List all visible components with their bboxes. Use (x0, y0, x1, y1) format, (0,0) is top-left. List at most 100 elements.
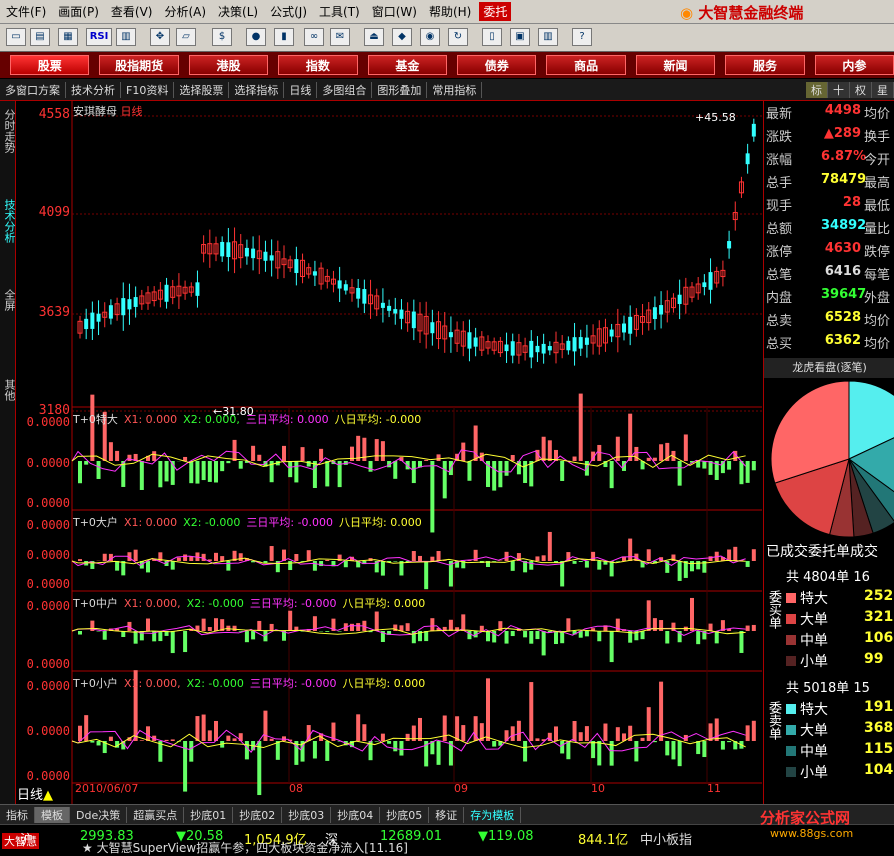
template-tab[interactable]: 移证 (429, 807, 464, 823)
x-axis-label: 11 (707, 782, 721, 795)
template-tab[interactable]: 抄底01 (184, 807, 233, 823)
indicator-bar (226, 561, 230, 571)
indicator-bar (628, 539, 632, 561)
analysis-menu-item[interactable]: 日线 (284, 82, 317, 98)
nav-item[interactable]: 债券 (457, 55, 536, 75)
template-tab[interactable]: Dde决策 (70, 807, 127, 823)
chart-option-button[interactable]: 星 (872, 82, 894, 98)
pin-icon[interactable]: ✉ (330, 28, 350, 46)
entrust-menu[interactable]: 委托 (479, 2, 511, 21)
window-icon[interactable]: ▣ (510, 28, 530, 46)
indicator-bar (647, 458, 651, 461)
indicator-bar (678, 461, 682, 486)
kline-chart-svg[interactable] (17, 101, 762, 804)
indicator-bar (529, 561, 533, 570)
indicator-bar (282, 446, 286, 461)
indicator-bar (566, 618, 570, 631)
sh-label: 沪 (20, 829, 33, 848)
menu-item[interactable]: 画面(P) (52, 3, 105, 20)
nav-item[interactable]: 新闻 (636, 55, 715, 75)
indicator-tick: 0.0000 (17, 548, 70, 562)
analysis-menu-item[interactable]: 选择股票 (174, 82, 229, 98)
indicator-bar (684, 434, 688, 461)
side-tab[interactable]: 技术分析 (1, 199, 15, 243)
ruler-icon[interactable]: ▱ (176, 28, 196, 46)
side-tab[interactable]: 全屏 (1, 289, 15, 311)
signal-icon[interactable]: ● (246, 28, 266, 46)
nav-item[interactable]: 内参 (815, 55, 894, 75)
indicator-bar (597, 741, 601, 765)
nav-item[interactable]: 服务 (725, 55, 804, 75)
chart-option-button[interactable]: 权 (850, 82, 872, 98)
menu-item[interactable]: 决策(L) (212, 3, 264, 20)
table-icon[interactable]: ▦ (58, 28, 78, 46)
side-tab[interactable]: 分时走势 (1, 109, 15, 153)
refresh-icon[interactable]: ↻ (448, 28, 468, 46)
diamond-icon[interactable]: ◆ (392, 28, 412, 46)
period-label[interactable]: 日线▲ (17, 784, 53, 803)
eject-icon[interactable]: ⏏ (364, 28, 384, 46)
analysis-menu-item[interactable]: 多窗口方案 (0, 82, 66, 98)
indicator-bar (665, 631, 669, 643)
chart-icon[interactable]: ▤ (30, 28, 50, 46)
analysis-menu-item[interactable]: 常用指标 (427, 82, 482, 98)
indicator-bar (165, 740, 169, 741)
menu-item[interactable]: 分析(A) (158, 3, 212, 20)
template-tab[interactable]: 抄底02 (233, 807, 282, 823)
indicator-bar (424, 460, 428, 461)
menu-item[interactable]: 帮助(H) (423, 3, 477, 20)
nav-item[interactable]: 指数 (278, 55, 357, 75)
menu-item[interactable]: 查看(V) (105, 3, 159, 20)
chart-option-button[interactable]: 标 (806, 82, 828, 98)
template-tab[interactable]: 模板 (35, 807, 70, 823)
binoculars-icon[interactable]: ∞ (304, 28, 324, 46)
nav-item[interactable]: 基金 (368, 55, 447, 75)
indicator-bar (325, 631, 329, 632)
news-ticker[interactable]: ★ 大智慧SuperView招赢午参，四大板块资金净流入[11.16] (82, 839, 408, 856)
menu-item[interactable]: 公式(J) (264, 3, 313, 20)
indicator-bar (746, 725, 750, 741)
template-tab[interactable]: 指标 (0, 807, 35, 823)
nav-item[interactable]: 港股 (189, 55, 268, 75)
indicator-bar (165, 461, 169, 481)
analysis-menu-item[interactable]: 多图组合 (317, 82, 372, 98)
menu-item[interactable]: 文件(F) (0, 3, 52, 20)
indicator-bar (239, 461, 243, 469)
analysis-menu-item[interactable]: 选择指标 (229, 82, 284, 98)
indicator-bar (634, 447, 638, 461)
nav-item[interactable]: 商品 (546, 55, 625, 75)
print-icon[interactable]: ▯ (482, 28, 502, 46)
help-icon[interactable]: ? (572, 28, 592, 46)
side-tab[interactable]: 其他 (1, 379, 15, 401)
legend-swatch (786, 593, 796, 603)
bars-icon[interactable]: ▮ (274, 28, 294, 46)
nav-item[interactable]: 股票 (10, 55, 89, 75)
rsi-icon[interactable]: RSI (86, 28, 112, 46)
open-icon[interactable]: ▭ (6, 28, 26, 46)
circle-icon[interactable]: ◉ (420, 28, 440, 46)
indicator-bar (560, 741, 564, 753)
candle-body (226, 242, 230, 257)
template-tab[interactable]: 抄底04 (331, 807, 380, 823)
menu-item[interactable]: 工具(T) (313, 3, 366, 20)
grid-icon[interactable]: ▥ (116, 28, 136, 46)
analysis-menu-item[interactable]: 技术分析 (66, 82, 121, 98)
template-tab[interactable]: 超赢买点 (127, 807, 184, 823)
template-tab[interactable]: 抄底03 (282, 807, 331, 823)
chart-area[interactable]: 安琪酵母 日线 4558 4099 3639 3180 +45.58 ←31.8… (17, 101, 762, 804)
chart-option-button[interactable]: 十 (828, 82, 850, 98)
indicator-bar (245, 631, 249, 642)
menu-item[interactable]: 窗口(W) (366, 3, 423, 20)
candle-body (393, 309, 397, 313)
book-icon[interactable]: ▥ (538, 28, 558, 46)
template-tab[interactable]: 存为模板 (464, 807, 521, 823)
indicator-bar (226, 736, 230, 741)
move-icon[interactable]: ✥ (150, 28, 170, 46)
analysis-menu-item[interactable]: F10资料 (121, 82, 174, 98)
analysis-menu-item[interactable]: 图形叠加 (372, 82, 427, 98)
indicator-header: T+0特大X1: 0.000X2: 0.000,三日平均: 0.000八日平均:… (73, 411, 421, 427)
template-tab[interactable]: 抄底05 (380, 807, 429, 823)
nav-item[interactable]: 股指期货 (99, 55, 178, 75)
indicator-bar (709, 556, 713, 561)
dollar-icon[interactable]: $ (212, 28, 232, 46)
